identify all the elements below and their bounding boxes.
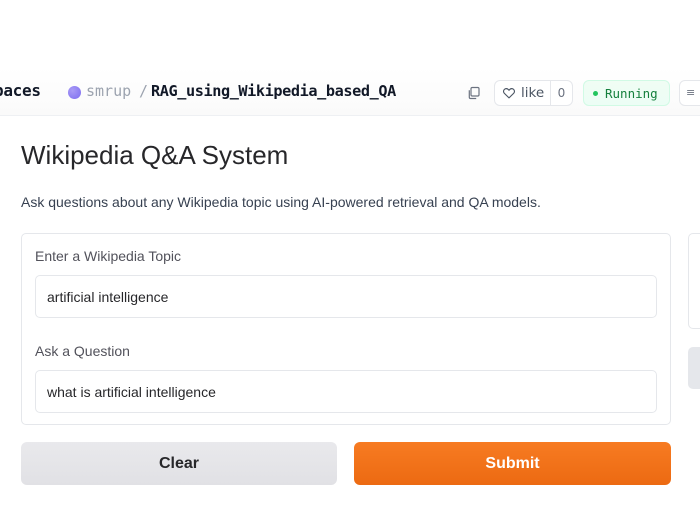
like-button[interactable]: like 0 [494, 80, 573, 106]
clear-button[interactable]: Clear [21, 442, 337, 485]
submit-button[interactable]: Submit [354, 442, 671, 485]
topic-label: Enter a Wikipedia Topic [35, 248, 182, 264]
like-label: like [521, 85, 545, 101]
topic-input[interactable]: artificial intelligence [35, 275, 657, 318]
question-label: Ask a Question [35, 343, 130, 359]
settings-icon: ≡ [686, 86, 696, 99]
heart-icon [502, 88, 516, 99]
owner-link[interactable]: smrup [86, 82, 131, 100]
owner-avatar [68, 86, 81, 99]
status-badge[interactable]: Running [583, 80, 670, 106]
status-label: Running [605, 85, 658, 101]
space-name-link[interactable]: RAG_using_Wikipedia_based_QA [151, 82, 396, 100]
output-action-button[interactable] [688, 347, 700, 389]
question-input[interactable]: what is artificial intelligence [35, 370, 657, 413]
page-title: Wikipedia Q&A System [21, 140, 289, 170]
settings-button[interactable]: ≡ [679, 80, 700, 106]
like-count: 0 [557, 86, 566, 100]
like-toggle[interactable]: like [495, 81, 551, 105]
output-panel [688, 233, 700, 329]
copy-icon[interactable] [467, 85, 481, 100]
page-description: Ask questions about any Wikipedia topic … [21, 194, 541, 210]
input-panel: Enter a Wikipedia Topic artificial intel… [21, 233, 671, 425]
spaces-link[interactable]: paces [0, 81, 41, 100]
path-separator: / [139, 82, 149, 100]
status-dot-icon [593, 90, 598, 96]
